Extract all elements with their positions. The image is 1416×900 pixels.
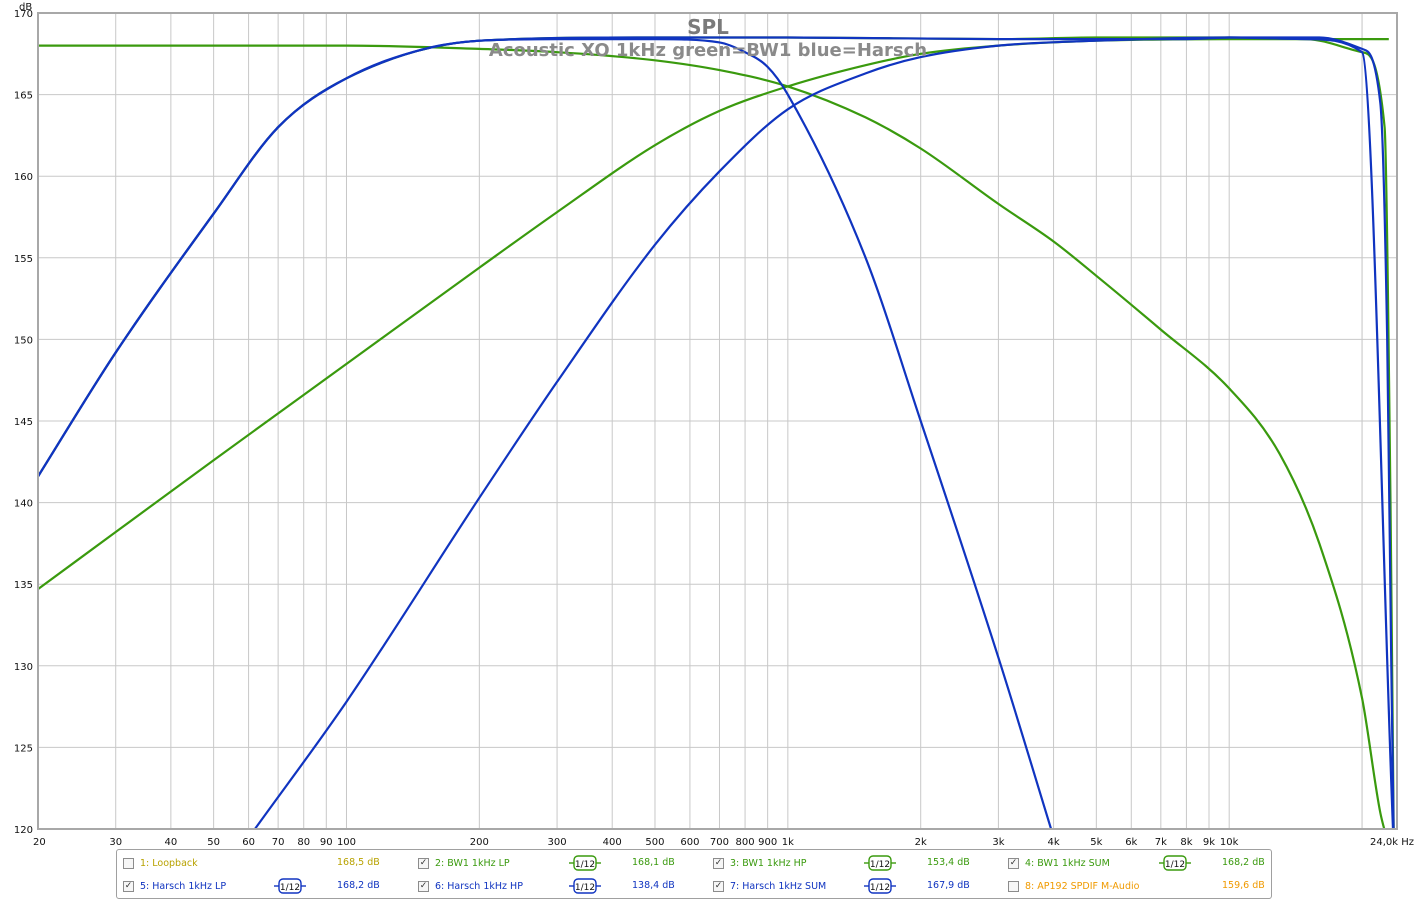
legend-value: 167,9 dB xyxy=(927,880,970,891)
x-tick-label: 700 xyxy=(710,837,729,848)
x-tick-label: 7k xyxy=(1155,837,1167,848)
x-tick-label: 30 xyxy=(109,837,122,848)
y-tick-label: 160 xyxy=(14,172,33,183)
smoothing-label: 1/12 xyxy=(1165,860,1185,870)
y-tick-label: 120 xyxy=(14,825,33,836)
y-tick-label: 165 xyxy=(14,91,33,102)
smoothing-icon[interactable]: 1/12 xyxy=(274,878,306,894)
legend-item[interactable]: ✓ 5: Harsch 1kHz LP xyxy=(123,877,226,895)
legend-item[interactable]: ✓ 4: BW1 1kHz SUM xyxy=(1008,854,1110,872)
series-line-6 xyxy=(254,36,1395,829)
y-axis-unit: dB xyxy=(19,2,32,13)
legend-checkbox[interactable]: ✓ xyxy=(713,857,724,869)
legend-label: 8: AP192 SPDIF M-Audio xyxy=(1025,880,1140,892)
chart-subtitle: Acoustic XO 1kHz green=BW1 blue=Harsch xyxy=(489,40,927,61)
smoothing-icon[interactable]: 1/12 xyxy=(569,878,601,894)
smoothing-icon[interactable]: 1/12 xyxy=(569,855,601,871)
x-tick-label: 100 xyxy=(337,837,356,848)
x-tick-label: 2k xyxy=(915,837,927,848)
legend-checkbox[interactable]: ✓ xyxy=(713,880,724,892)
legend-label: 4: BW1 1kHz SUM xyxy=(1025,857,1110,869)
x-tick-label: 80 xyxy=(297,837,310,848)
legend-label: 1: Loopback xyxy=(140,857,198,869)
x-tick-label: 300 xyxy=(548,837,567,848)
x-tick-label: 6k xyxy=(1125,837,1137,848)
smoothing-label: 1/12 xyxy=(280,883,300,893)
smoothing-icon[interactable]: 1/12 xyxy=(864,855,896,871)
smoothing-label: 1/12 xyxy=(575,883,595,893)
y-tick-label: 135 xyxy=(14,580,33,591)
x-tick-label: 3k xyxy=(992,837,1004,848)
legend-label: 7: Harsch 1kHz SUM xyxy=(730,880,827,892)
grid xyxy=(38,13,1397,829)
legend-value: 168,2 dB xyxy=(337,880,380,891)
legend-checkbox[interactable]: ✓ xyxy=(1008,857,1019,869)
x-tick-label: 800 xyxy=(736,837,755,848)
x-tick-label: 900 xyxy=(758,837,777,848)
spl-chart: 170165160155150145140135130125120 20 30 40… xyxy=(14,2,1414,848)
x-tick-label: 4k xyxy=(1047,837,1059,848)
x-tick-label: 10k xyxy=(1220,837,1239,848)
legend-value: 168,5 dB xyxy=(337,857,380,868)
legend-checkbox[interactable]: ✓ xyxy=(418,880,429,892)
chart-title: SPL xyxy=(687,15,729,39)
x-tick-label: 9k xyxy=(1203,837,1215,848)
x-tick-label: 600 xyxy=(680,837,699,848)
x-tick-label: 60 xyxy=(242,837,255,848)
legend-value: 153,4 dB xyxy=(927,857,970,868)
legend-item[interactable]: ✓ 2: BW1 1kHz LP xyxy=(418,854,510,872)
legend-item[interactable]: 1: Loopback xyxy=(123,854,198,872)
legend-item[interactable]: ✓ 3: BW1 1kHz HP xyxy=(713,854,806,872)
x-tick-label: 24,0k Hz xyxy=(1370,837,1414,848)
legend: 1: Loopback 168,5 dB ✓ 2: BW1 1kHz LP 1/12 16… xyxy=(116,849,1272,899)
legend-value: 159,6 dB xyxy=(1222,880,1265,891)
legend-checkbox[interactable]: ✓ xyxy=(123,880,134,892)
legend-value: 138,4 dB xyxy=(632,880,675,891)
x-tick-label: 90 xyxy=(320,837,333,848)
legend-label: 6: Harsch 1kHz HP xyxy=(435,880,523,892)
x-tick-label: 1k xyxy=(782,837,794,848)
smoothing-label: 1/12 xyxy=(870,883,890,893)
x-tick-labels: 20 30 40 50 60 70 80 90 100 200 300 400 500 600 700 800… xyxy=(33,837,1414,848)
legend-item[interactable]: ✓ 6: Harsch 1kHz HP xyxy=(418,877,523,895)
x-tick-label: 40 xyxy=(164,837,177,848)
legend-checkbox[interactable] xyxy=(123,857,134,869)
curves xyxy=(38,36,1395,829)
smoothing-icon[interactable]: 1/12 xyxy=(1159,855,1191,871)
x-tick-label: 5k xyxy=(1090,837,1102,848)
legend-label: 5: Harsch 1kHz LP xyxy=(140,880,227,892)
legend-label: 2: BW1 1kHz LP xyxy=(435,857,510,869)
y-tick-label: 155 xyxy=(14,254,33,265)
y-tick-labels: 170165160155150145140135130125120 xyxy=(14,9,33,836)
legend-value: 168,2 dB xyxy=(1222,857,1265,868)
smoothing-label: 1/12 xyxy=(575,860,595,870)
y-tick-label: 125 xyxy=(14,743,33,754)
x-tick-label: 200 xyxy=(470,837,489,848)
legend-label: 3: BW1 1kHz HP xyxy=(730,857,807,869)
smoothing-label: 1/12 xyxy=(870,860,890,870)
x-tick-label: 500 xyxy=(645,837,664,848)
y-tick-label: 145 xyxy=(14,417,33,428)
x-tick-label: 50 xyxy=(207,837,220,848)
y-tick-label: 140 xyxy=(14,499,33,510)
y-tick-label: 130 xyxy=(14,662,33,673)
legend-checkbox[interactable] xyxy=(1008,880,1019,892)
series-line-5 xyxy=(38,37,1053,829)
x-tick-label: 8k xyxy=(1180,837,1192,848)
x-tick-label: 400 xyxy=(603,837,622,848)
x-tick-label: 70 xyxy=(272,837,285,848)
legend-value: 168,1 dB xyxy=(632,857,675,868)
x-tick-label: 20 xyxy=(33,837,46,848)
y-tick-label: 150 xyxy=(14,335,33,346)
smoothing-icon[interactable]: 1/12 xyxy=(864,878,896,894)
legend-item[interactable]: 8: AP192 SPDIF M-Audio xyxy=(1008,877,1139,895)
legend-checkbox[interactable]: ✓ xyxy=(418,857,429,869)
legend-item[interactable]: ✓ 7: Harsch 1kHz SUM xyxy=(713,877,826,895)
